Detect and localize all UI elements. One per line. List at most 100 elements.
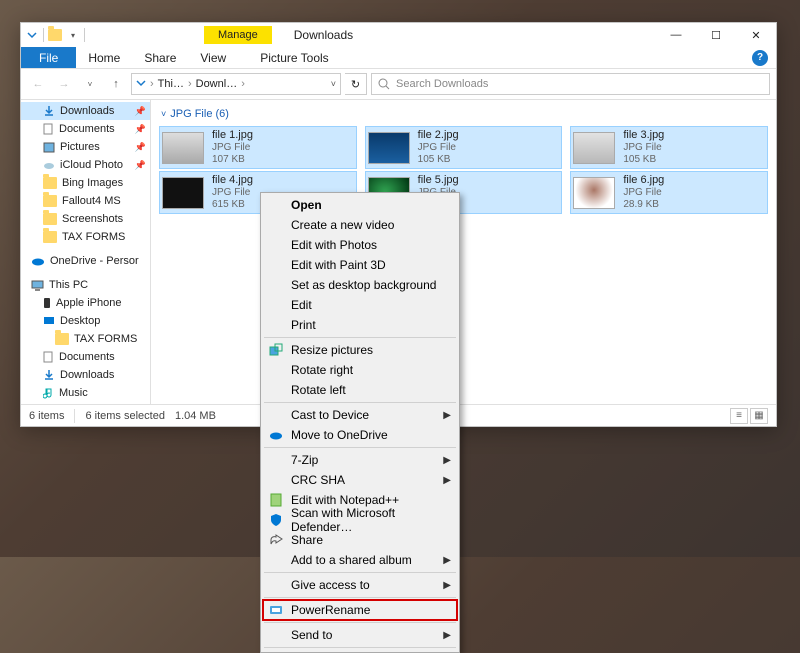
nav-pictures2[interactable]: Pictures [21,402,150,404]
nav-pictures[interactable]: Pictures📌 [21,138,150,156]
menu-edit[interactable]: Edit [263,295,457,315]
menu-label: Resize pictures [291,343,373,357]
menu-paint3d[interactable]: Edit with Paint 3D [263,255,457,275]
file-grid: file 1.jpgJPG File107 KB file 2.jpgJPG F… [159,126,768,214]
nav-downloads2[interactable]: Downloads [21,366,150,384]
help-icon[interactable]: ? [752,50,768,66]
separator [264,572,456,573]
nav-this-pc[interactable]: This PC [21,276,150,294]
file-item[interactable]: file 3.jpgJPG File105 KB [570,126,768,169]
crumb-downloads[interactable]: Downl… [196,78,238,90]
menu-defender[interactable]: Scan with Microsoft Defender… [263,510,457,530]
menu-7zip[interactable]: 7-Zip▶ [263,450,457,470]
group-header[interactable]: ˅ JPG File (6) [159,106,768,126]
chevron-down-icon[interactable]: ˅ [331,79,336,89]
menu-crc-sha[interactable]: CRC SHA▶ [263,470,457,490]
nav-icloud[interactable]: iCloud Photo📌 [21,156,150,174]
nav-music[interactable]: Music [21,384,150,402]
close-button[interactable]: ✕ [736,23,776,47]
menu-label: Edit [291,298,312,312]
submenu-arrow-icon: ▶ [443,455,451,466]
menu-powerrename[interactable]: PowerRename [263,600,457,620]
menu-label: Edit with Paint 3D [291,258,386,272]
download-icon [43,369,55,381]
ribbon-tabs: File Home Share View Picture Tools ? [21,47,776,69]
down-arrow-icon[interactable] [25,28,39,42]
menu-label: Create a new video [291,218,394,232]
folder-icon [43,177,57,189]
folder-icon[interactable] [48,28,62,42]
menu-cast[interactable]: Cast to Device▶ [263,405,457,425]
navigation-pane[interactable]: Downloads📌 Documents📌 Pictures📌 iCloud P… [21,100,151,404]
nav-desktop[interactable]: Desktop [21,312,150,330]
details-view-icon[interactable]: ≡ [730,408,748,424]
tab-file[interactable]: File [21,47,76,68]
file-item[interactable]: file 6.jpgJPG File28.9 KB [570,171,768,214]
tab-home[interactable]: Home [76,47,132,68]
file-type: JPG File [623,187,664,199]
nav-label: iCloud Photo [60,159,123,171]
menu-move-onedrive[interactable]: Move to OneDrive [263,425,457,445]
menu-shared-album[interactable]: Add to a shared album▶ [263,550,457,570]
quick-access-toolbar: ▾ [21,28,89,42]
back-button[interactable]: ← [27,73,49,95]
status-selected-count: 6 items selected [85,410,164,422]
tiles-view-icon[interactable]: ▦ [750,408,768,424]
separator [264,597,456,598]
menu-rotate-left[interactable]: Rotate left [263,380,457,400]
menu-open[interactable]: Open [263,195,457,215]
chevron-right-icon[interactable]: › [241,78,245,90]
sep-icon [43,28,44,42]
menu-label: Send to [291,628,332,642]
nav-documents2[interactable]: Documents [21,348,150,366]
minimize-button[interactable]: — [656,23,696,47]
thumbnail [162,132,204,164]
nav-documents[interactable]: Documents📌 [21,120,150,138]
menu-resize-pictures[interactable]: Resize pictures [263,340,457,360]
forward-button[interactable]: → [53,73,75,95]
menu-send-to[interactable]: Send to▶ [263,625,457,645]
menu-print[interactable]: Print [263,315,457,335]
menu-create-video[interactable]: Create a new video [263,215,457,235]
nav-bing[interactable]: Bing Images [21,174,150,192]
thumbnail [573,177,615,209]
menu-edit-photos[interactable]: Edit with Photos [263,235,457,255]
search-input[interactable]: Search Downloads [371,73,770,95]
tab-view[interactable]: View [188,47,238,68]
tab-share[interactable]: Share [132,47,188,68]
nav-label: TAX FORMS [74,333,137,345]
file-view[interactable]: ˅ JPG File (6) file 1.jpgJPG File107 KB … [151,100,776,404]
menu-rotate-right[interactable]: Rotate right [263,360,457,380]
menu-give-access[interactable]: Give access to▶ [263,575,457,595]
down-arrow-icon[interactable] [136,78,146,91]
chevron-right-icon[interactable]: › [150,78,154,90]
nav-label: Pictures [60,141,100,153]
crumb-this-pc[interactable]: Thi… [158,78,184,90]
nav-label: OneDrive - Persor [50,255,139,267]
search-placeholder: Search Downloads [396,78,488,90]
menu-set-background[interactable]: Set as desktop background [263,275,457,295]
refresh-button[interactable]: ↻ [345,73,367,95]
nav-fallout[interactable]: Fallout4 MS [21,192,150,210]
recent-dropdown[interactable]: ˅ [79,73,101,95]
file-item[interactable]: file 1.jpgJPG File107 KB [159,126,357,169]
nav-taxforms[interactable]: TAX FORMS [21,228,150,246]
nav-downloads[interactable]: Downloads📌 [21,102,150,120]
menu-share[interactable]: Share [263,530,457,550]
chevron-right-icon[interactable]: › [188,78,192,90]
overflow-icon[interactable]: ▾ [66,28,80,42]
nav-iphone[interactable]: Apple iPhone [21,294,150,312]
up-button[interactable]: ↑ [105,73,127,95]
maximize-button[interactable]: ☐ [696,23,736,47]
document-icon [43,123,54,135]
address-bar[interactable]: › Thi… › Downl… › ˅ [131,73,341,95]
chevron-down-icon[interactable]: ˅ [161,109,166,119]
file-item[interactable]: file 2.jpgJPG File105 KB [365,126,563,169]
onedrive-icon [268,427,284,443]
nav-onedrive[interactable]: OneDrive - Persor [21,252,150,270]
nav-taxforms2[interactable]: TAX FORMS [21,330,150,348]
tab-picture-tools[interactable]: Picture Tools [248,47,340,68]
contextual-tab-label: Manage [204,26,272,44]
file-name: file 4.jpg [212,174,253,187]
nav-screenshots[interactable]: Screenshots [21,210,150,228]
